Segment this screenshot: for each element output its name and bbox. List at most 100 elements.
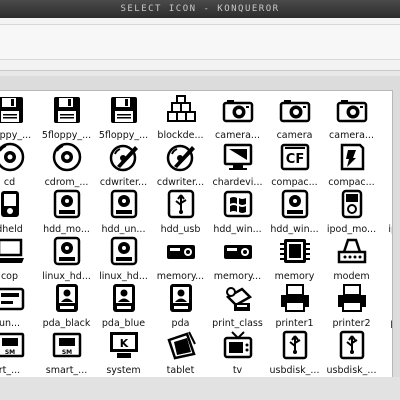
floppy-icon xyxy=(0,97,23,123)
icon-item[interactable]: usbdisk_... xyxy=(266,330,323,377)
icon-item[interactable]: printer1 xyxy=(266,283,323,331)
icon-item[interactable]: 5floppy_... xyxy=(38,95,95,143)
ipod-icon xyxy=(393,189,394,219)
icon-item[interactable]: usbdisk_... xyxy=(323,330,380,377)
printer-icon xyxy=(393,283,394,313)
icon-view[interactable]: floppy_...5floppy_...5floppy_...blockde.… xyxy=(0,90,393,378)
icon-item[interactable]: hdd_win... xyxy=(209,189,266,237)
hdd-icon xyxy=(110,189,137,219)
ipod-icon xyxy=(341,189,362,219)
system-icon: K xyxy=(109,332,138,358)
svg-text:CF: CF xyxy=(285,152,303,167)
icon-item[interactable]: hdd_un... xyxy=(95,189,152,237)
printer-class-icon xyxy=(225,287,252,311)
windows-icon xyxy=(223,190,252,218)
icon-item[interactable]: compac... xyxy=(323,142,380,190)
window-titlebar: SELECT ICON - KONQUEROR xyxy=(0,0,400,18)
icon-item[interactable]: DVDdvd_... xyxy=(380,142,394,190)
compactflash-icon: CF xyxy=(280,143,309,171)
svg-text:K: K xyxy=(119,337,128,350)
icon-item[interactable]: usb_... xyxy=(380,330,394,377)
pda-icon xyxy=(112,284,135,312)
usb-disk-icon xyxy=(282,330,307,360)
icon-item[interactable]: blockde... xyxy=(152,95,209,143)
icon-item-label: ipod_u... xyxy=(388,224,392,235)
mo-icon xyxy=(393,236,394,266)
icon-item[interactable]: hdd_usb xyxy=(152,189,209,237)
hdd-icon xyxy=(53,236,80,266)
icon-item[interactable]: ipod_mo... xyxy=(323,189,380,237)
icon-item[interactable]: camera xyxy=(266,95,323,143)
icon-item[interactable]: CF compac... xyxy=(266,142,323,190)
icon-item[interactable]: 5floppy_... xyxy=(95,95,152,143)
icon-item[interactable]: memory xyxy=(266,236,323,284)
icon-item[interactable]: pda_blue xyxy=(95,283,152,331)
printer-icon xyxy=(337,284,366,312)
pda-icon xyxy=(55,284,78,312)
location-bar[interactable] xyxy=(0,24,400,60)
status-area xyxy=(0,377,400,400)
pda-icon xyxy=(169,284,192,312)
icon-item[interactable]: tv xyxy=(209,330,266,377)
icon-item[interactable]: camera... xyxy=(323,95,380,143)
icon-item-label: dvd_... xyxy=(374,177,392,188)
dvd-icon: DVD xyxy=(393,142,394,172)
icon-item[interactable]: hdd_win... xyxy=(266,189,323,237)
toolbar-area xyxy=(0,18,400,71)
icon-item[interactable]: memory... xyxy=(152,236,209,284)
icon-item[interactable]: tablet xyxy=(152,330,209,377)
icon-item[interactable]: mo_... xyxy=(380,236,394,284)
icon-item[interactable]: chardevi... xyxy=(209,142,266,190)
icon-item[interactable]: ipod_u... xyxy=(380,189,394,237)
icon-item[interactable]: ca... xyxy=(380,95,394,143)
icon-item[interactable]: pda xyxy=(152,283,209,331)
cd-icon xyxy=(52,142,81,172)
icon-item[interactable]: cdwriter... xyxy=(152,142,209,190)
icon-item[interactable]: cdwriter... xyxy=(95,142,152,190)
icon-item[interactable]: linux_hd... xyxy=(38,236,95,284)
svg-text:SM: SM xyxy=(61,349,71,356)
hdd-icon xyxy=(110,236,137,266)
icon-item[interactable]: hdd_mo... xyxy=(38,189,95,237)
usb-icon xyxy=(167,189,194,219)
camera-icon xyxy=(279,100,310,123)
icon-item[interactable]: memory... xyxy=(209,236,266,284)
hdd-icon xyxy=(281,189,308,219)
icon-item[interactable]: print_... xyxy=(380,283,394,331)
icon-item-label: usb_... xyxy=(374,365,392,376)
icon-item[interactable]: printer2 xyxy=(323,283,380,331)
icon-item[interactable]: pda_black xyxy=(38,283,95,331)
card-icon xyxy=(340,143,364,171)
smartmedia-icon: SM xyxy=(52,332,81,358)
icon-item-label: mo_... xyxy=(374,271,392,282)
memory-icon xyxy=(279,239,310,263)
icon-item[interactable]: linux_hd... xyxy=(95,236,152,284)
printer-icon xyxy=(280,284,309,312)
icon-item[interactable]: Ksystem xyxy=(95,330,152,377)
blocks-icon xyxy=(166,95,196,122)
cd-writer-icon xyxy=(109,144,138,172)
cd-icon xyxy=(0,142,24,172)
icon-item[interactable]: camera... xyxy=(209,95,266,143)
icon-item[interactable]: SM smart_... xyxy=(38,330,95,377)
handheld-icon xyxy=(0,191,19,217)
tablet-icon xyxy=(166,331,196,360)
camera-icon xyxy=(336,100,367,123)
floppy-icon xyxy=(53,97,80,123)
floppy-icon xyxy=(110,97,137,123)
smartmedia-icon: SM xyxy=(0,332,24,358)
icon-item[interactable]: print_class xyxy=(209,283,266,331)
icon-item-label: ca... xyxy=(374,130,392,141)
mount-icon xyxy=(0,287,24,311)
usb-disk-icon xyxy=(393,330,394,360)
hdd-icon xyxy=(53,189,80,219)
tv-icon xyxy=(223,331,252,359)
memory-stick-icon xyxy=(166,245,195,259)
icon-item[interactable]: cdrom_... xyxy=(38,142,95,190)
camera-icon xyxy=(393,95,394,125)
window-title: SELECT ICON - KONQUEROR xyxy=(120,4,280,14)
modem-icon xyxy=(337,238,366,264)
icon-item-label: print_... xyxy=(374,318,392,329)
memory-stick-icon xyxy=(223,245,252,259)
icon-item[interactable]: modem xyxy=(323,236,380,284)
